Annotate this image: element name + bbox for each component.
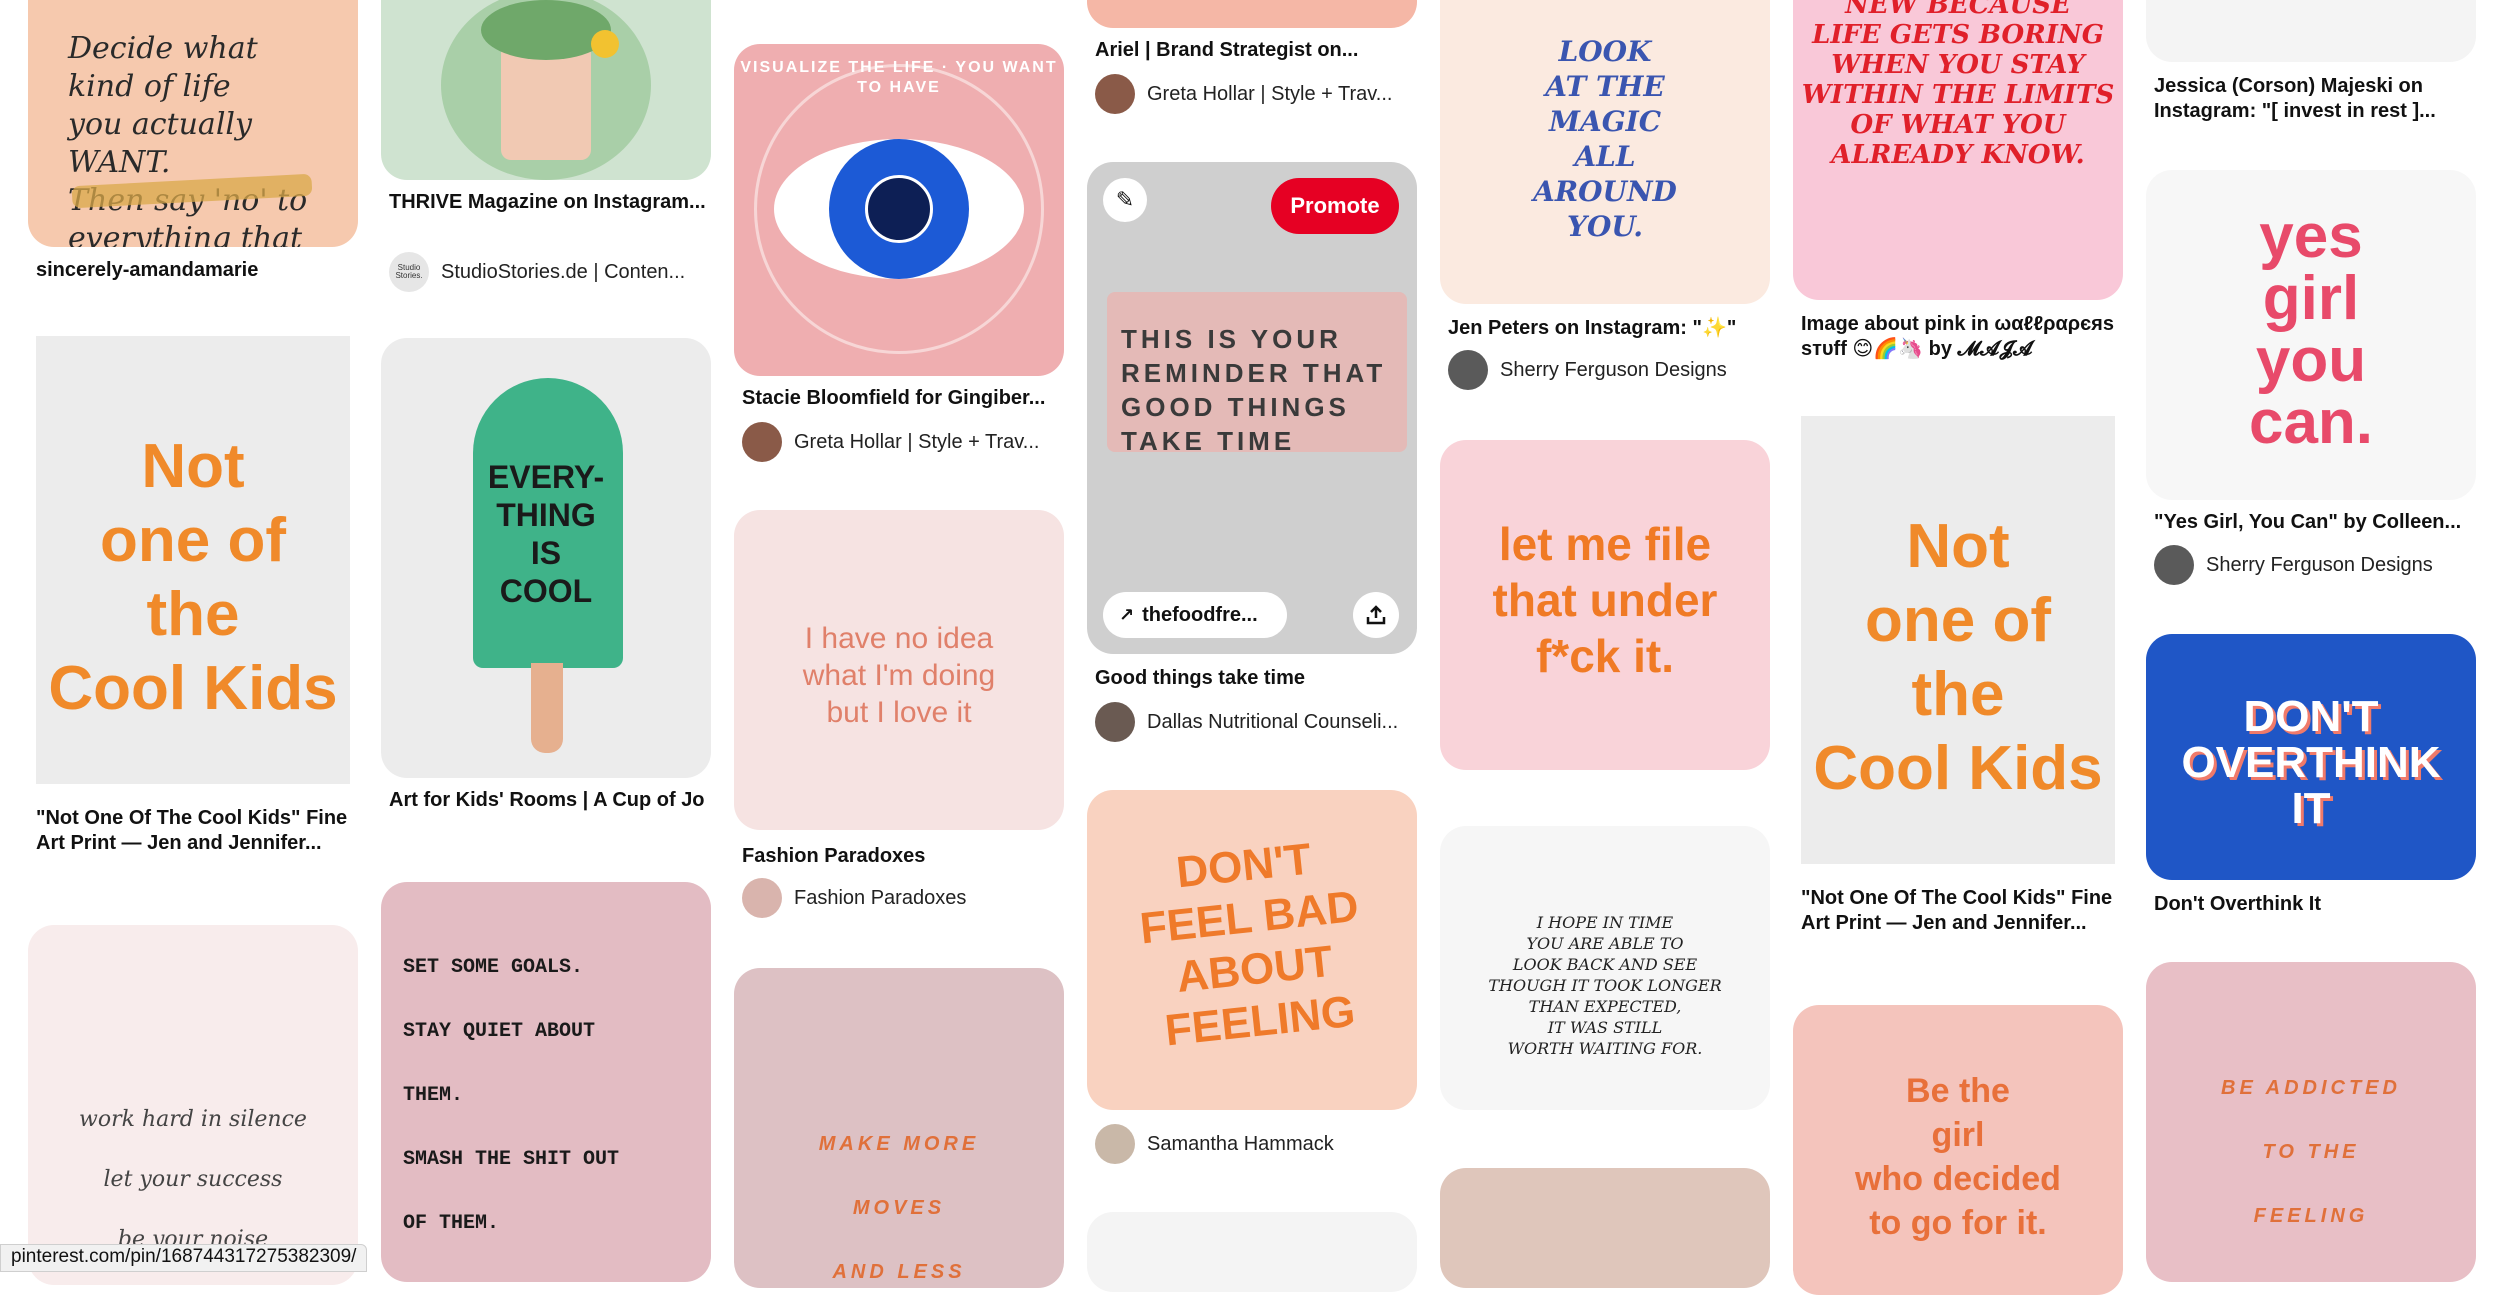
pin-image[interactable]: DON'T FEEL BAD ABOUT FEELING	[1087, 790, 1417, 1110]
pin-image-text: LOOK AT THE MAGIC ALL AROUND YOU.	[1533, 35, 1677, 243]
pin-image-text: NEW BECAUSE LIFE GETS BORING WHEN YOU ST…	[1801, 0, 2115, 170]
pin-title[interactable]: Jen Peters on Instagram: "✨"	[1448, 316, 1766, 341]
pin-image[interactable]	[1440, 1168, 1770, 1288]
attribution-name: Greta Hollar | Style + Trav...	[794, 430, 1040, 453]
eye-pupil	[865, 175, 933, 243]
pin-image[interactable]: yes girl you can.	[2146, 170, 2476, 500]
pin-image[interactable]: THIS IS YOUR REMINDER THAT GOOD THINGS T…	[1087, 162, 1417, 654]
pin-image[interactable]	[1087, 1212, 1417, 1292]
popsicle-stick	[531, 663, 563, 753]
pin-attribution[interactable]: Greta Hollar | Style + Trav...	[742, 422, 1060, 462]
pin-attribution[interactable]: Dallas Nutritional Counseli...	[1095, 702, 1413, 742]
pin-attribution[interactable]: Greta Hollar | Style + Trav...	[1095, 74, 1413, 114]
pin-image[interactable]: VISUALIZE THE LIFE · YOU WANT TO HAVE	[734, 44, 1064, 376]
illustration-hair	[481, 0, 611, 60]
avatar	[1095, 74, 1135, 114]
attribution-name: Dallas Nutritional Counseli...	[1147, 710, 1399, 733]
pin-title[interactable]: "Yes Girl, You Can" by Colleen...	[2154, 510, 2472, 535]
status-bar-url: pinterest.com/pin/168744317275382309/	[0, 1244, 368, 1272]
avatar	[742, 878, 782, 918]
source-link-button[interactable]: ↗ thefoodfre...	[1103, 592, 1287, 638]
pin-attribution[interactable]: Fashion Paradoxes	[742, 878, 1060, 918]
pin-image[interactable]: DON'T OVERTHINK IT	[2146, 634, 2476, 880]
avatar	[1448, 350, 1488, 390]
pin-title[interactable]: Jessica (Corson) Majeski on Instagram: "…	[2154, 74, 2472, 124]
pin-attribution[interactable]: Studio Stories. StudioStories.de | Conte…	[389, 252, 707, 292]
pin-image-text: DON'T OVERTHINK IT	[2181, 692, 2441, 833]
pin-image[interactable]: Not one of the Cool Kids	[28, 330, 358, 790]
pin-image[interactable]: MAKE MORE MOVES AND LESS	[734, 968, 1064, 1288]
pin-image-text: work hard in silence let your success be…	[79, 1107, 307, 1252]
pin-title[interactable]: Stacie Bloomfield for Gingiber...	[742, 386, 1060, 411]
attribution-name: Samantha Hammack	[1147, 1132, 1334, 1155]
pin-image[interactable]	[1087, 0, 1417, 28]
pin-image-text: VISUALIZE THE LIFE · YOU WANT TO HAVE	[740, 59, 1058, 96]
avatar	[1095, 1124, 1135, 1164]
attribution-name: StudioStories.de | Conten...	[441, 260, 686, 283]
attribution-name: Fashion Paradoxes	[794, 886, 967, 909]
pin-title[interactable]: Good things take time	[1095, 666, 1413, 691]
pin-image[interactable]: work hard in silence let your success be…	[28, 925, 358, 1285]
avatar	[742, 422, 782, 462]
pin-image[interactable]: let me file that under f*ck it.	[1440, 440, 1770, 770]
avatar: Studio Stories.	[389, 252, 429, 292]
flower-icon	[591, 30, 619, 58]
pin-image[interactable]: Be the girl who decided to go for it.	[1793, 1005, 2123, 1295]
attribution-name: Sherry Ferguson Designs	[1500, 358, 1727, 381]
pin-title[interactable]: Ariel | Brand Strategist on...	[1095, 38, 1413, 63]
pin-image-text: I have no idea what I'm doing but I love…	[802, 622, 996, 729]
pin-title[interactable]: Don't Overthink It	[2154, 892, 2472, 917]
pin-title[interactable]: Image about pink in ωαℓℓραρєяѕ ѕтυff 😊🌈🦄…	[1801, 312, 2119, 362]
pin-image-text: Be the girl who decided to go for it.	[1855, 1072, 2061, 1242]
pin-attribution[interactable]: Sherry Ferguson Designs	[2154, 545, 2472, 585]
pin-image-text: let me file that under f*ck it.	[1492, 518, 1718, 682]
edit-button[interactable]: ✎	[1103, 178, 1147, 222]
pin-image-text: Not one of the Cool Kids	[1813, 512, 2103, 803]
pin-image[interactable]	[2146, 0, 2476, 62]
pin-image[interactable]: SET SOME GOALS. STAY QUIET ABOUT THEM. S…	[381, 882, 711, 1282]
arrow-up-right-icon: ↗	[1119, 604, 1135, 625]
pin-image-text: Decide what kind of life you actually WA…	[68, 31, 308, 247]
pencil-icon: ✎	[1115, 187, 1135, 212]
pin-image[interactable]	[381, 0, 711, 180]
pin-image[interactable]: EVERY- THING IS COOL	[381, 338, 711, 778]
pin-image-text: THIS IS YOUR REMINDER THAT GOOD THINGS T…	[1121, 324, 1387, 456]
pin-image[interactable]: Not one of the Cool Kids	[1793, 410, 2123, 870]
pin-image-text: SET SOME GOALS. STAY QUIET ABOUT THEM. S…	[403, 956, 620, 1235]
pin-title[interactable]: Fashion Paradoxes	[742, 844, 1060, 869]
pin-title[interactable]: Art for Kids' Rooms | A Cup of Jo	[389, 788, 707, 813]
pin-image-text: Not one of the Cool Kids	[48, 432, 338, 723]
pin-attribution[interactable]: Sherry Ferguson Designs	[1448, 350, 1766, 390]
pin-image[interactable]: BE ADDICTED TO THE FEELING	[2146, 962, 2476, 1282]
share-icon	[1366, 605, 1386, 625]
pin-image[interactable]: NEW BECAUSE LIFE GETS BORING WHEN YOU ST…	[1793, 0, 2123, 300]
avatar	[2154, 545, 2194, 585]
pin-image-text: yes girl you can.	[2248, 202, 2374, 457]
pin-attribution[interactable]: Samantha Hammack	[1095, 1124, 1413, 1164]
attribution-name: Sherry Ferguson Designs	[2206, 553, 2433, 576]
pin-image-text: MAKE MORE MOVES AND LESS	[818, 1133, 980, 1283]
pin-image-text: EVERY- THING IS COOL	[487, 459, 605, 609]
attribution-name: Greta Hollar | Style + Trav...	[1147, 82, 1393, 105]
pin-image[interactable]: I HOPE IN TIME YOU ARE ABLE TO LOOK BACK…	[1440, 826, 1770, 1110]
promote-button[interactable]: Promote	[1271, 178, 1399, 234]
pin-title[interactable]: sincerely-amandamarie	[36, 258, 354, 283]
pin-image-text: I HOPE IN TIME YOU ARE ABLE TO LOOK BACK…	[1488, 913, 1722, 1058]
pin-image[interactable]: Decide what kind of life you actually WA…	[28, 0, 358, 247]
pin-title[interactable]: "Not One Of The Cool Kids" Fine Art Prin…	[36, 806, 354, 856]
pin-title[interactable]: THRIVE Magazine on Instagram...	[389, 190, 707, 215]
pin-image-text: DON'T FEEL BAD ABOUT FEELING	[1137, 834, 1361, 1056]
avatar	[1095, 702, 1135, 742]
pin-image-text: BE ADDICTED TO THE FEELING	[2221, 1077, 2401, 1227]
share-button[interactable]	[1353, 592, 1399, 638]
pin-image[interactable]: I have no idea what I'm doing but I love…	[734, 510, 1064, 830]
pin-title[interactable]: "Not One Of The Cool Kids" Fine Art Prin…	[1801, 886, 2119, 936]
pin-image[interactable]: LOOK AT THE MAGIC ALL AROUND YOU.	[1440, 0, 1770, 304]
source-link-label: thefoodfre...	[1142, 603, 1258, 626]
